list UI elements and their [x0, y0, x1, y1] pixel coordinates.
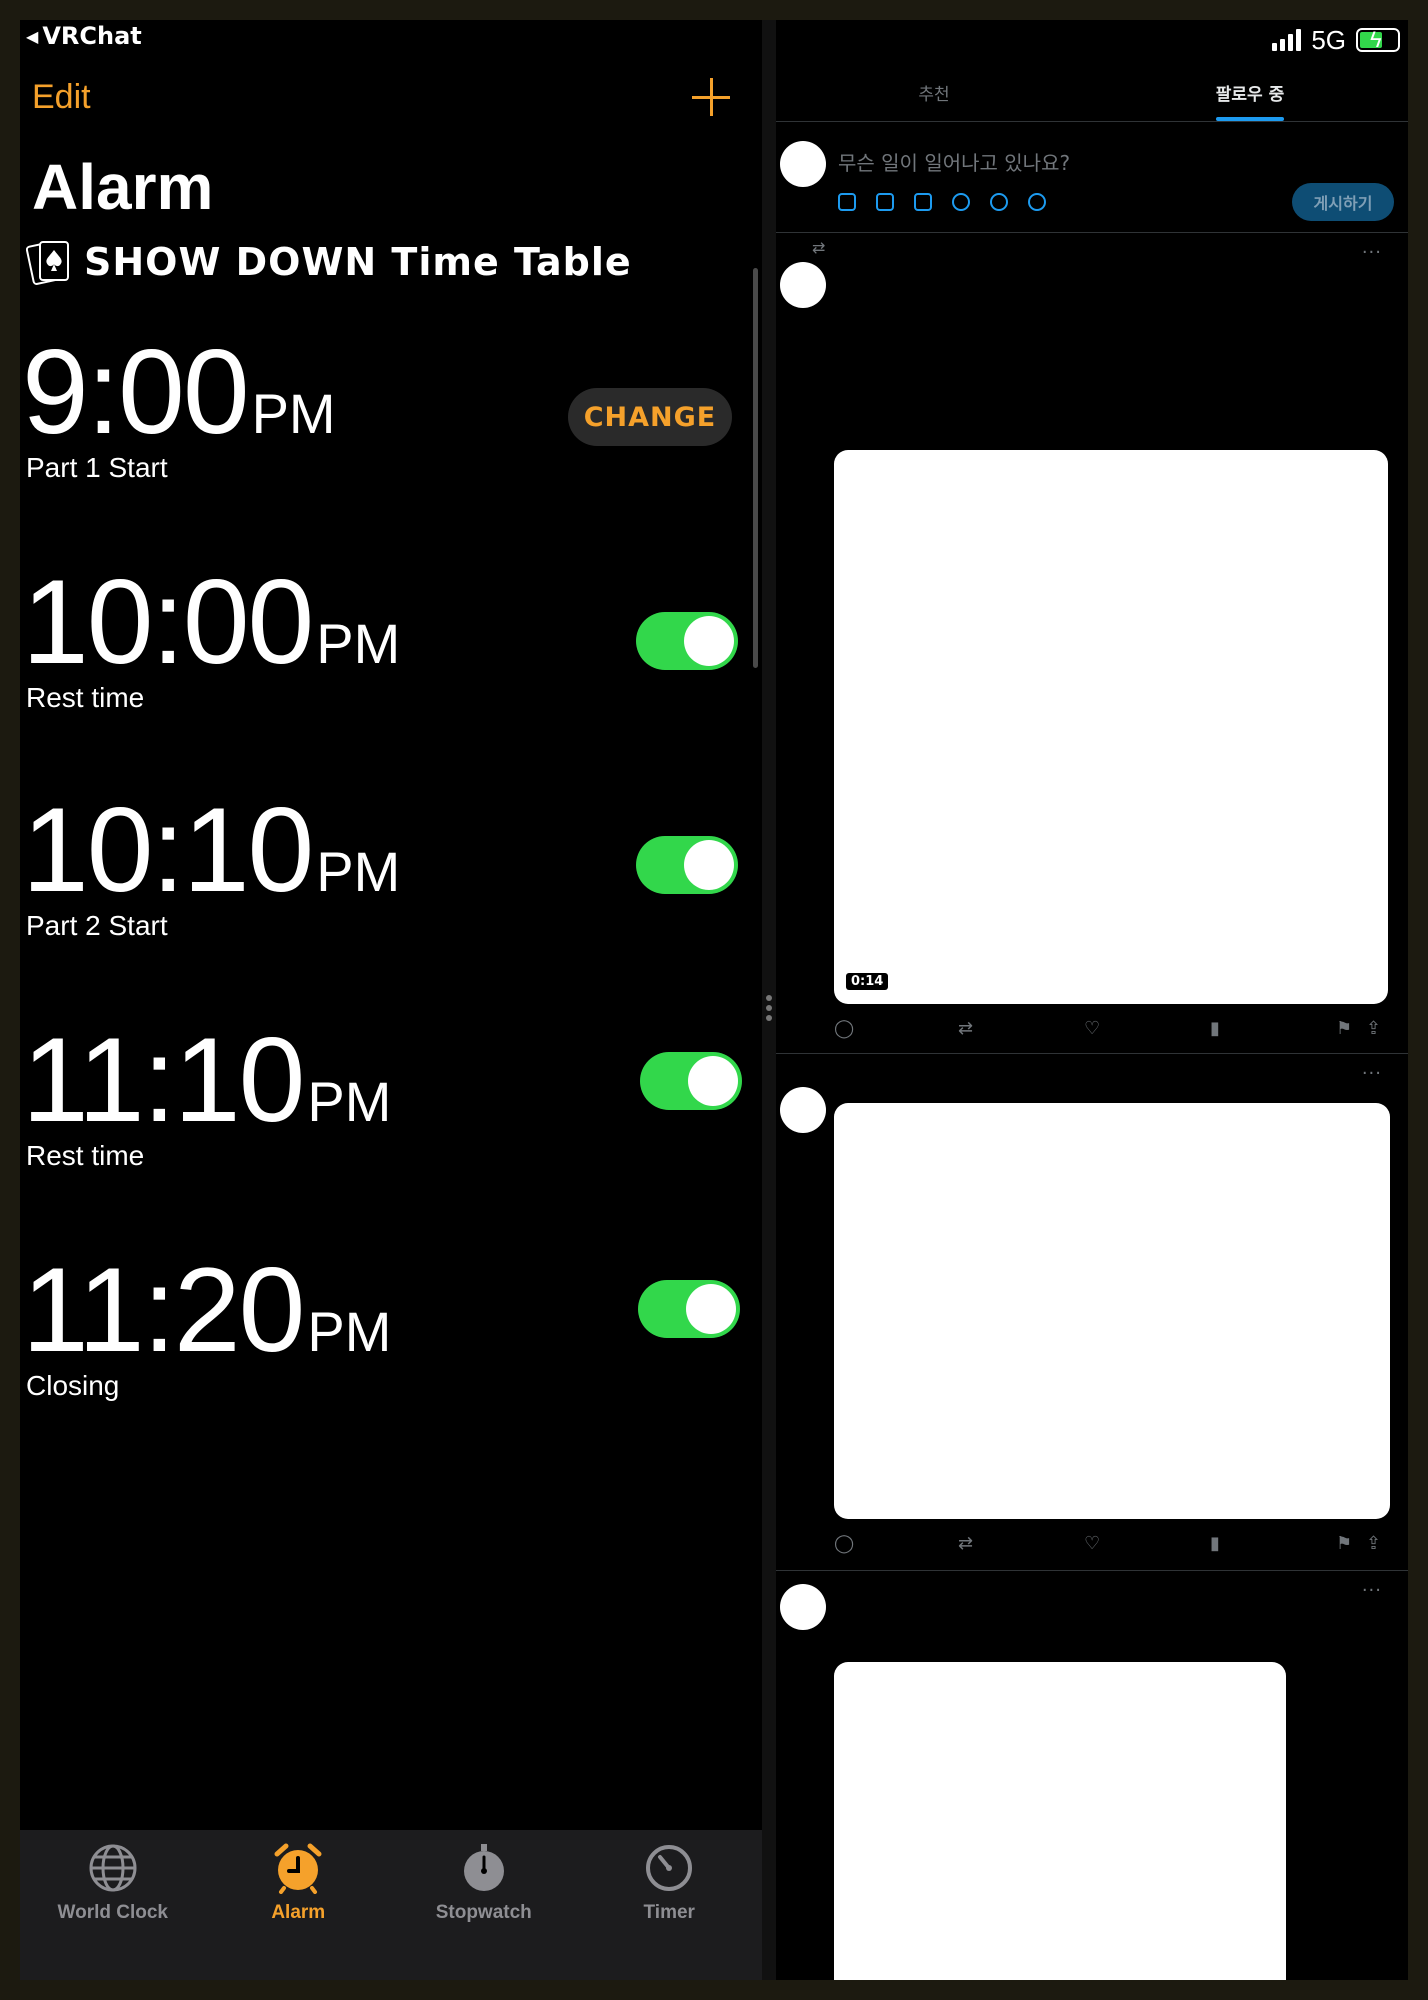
alarm-time: 11:20PM: [22, 1243, 392, 1377]
split-view-divider[interactable]: [762, 20, 776, 1980]
timer-icon: [646, 1845, 693, 1891]
section-title: SHOW DOWN Time Table: [25, 238, 632, 286]
video-duration: 0:14: [846, 973, 889, 990]
tweet-image[interactable]: [834, 1662, 1286, 1980]
avatar[interactable]: [780, 1087, 826, 1133]
alarm-row[interactable]: 11:10PM Rest time: [20, 1020, 762, 1240]
feed-tabs: 추천 팔로우 중: [776, 60, 1408, 122]
tab-following[interactable]: 팔로우 중: [1092, 60, 1408, 121]
tweet[interactable]: ··· ◯ ⇄ ♡ ▮ ⚑ ⇪: [776, 1055, 1408, 1571]
avatar[interactable]: [780, 262, 826, 308]
schedule-icon[interactable]: [990, 193, 1008, 211]
alarm-toggle[interactable]: [638, 1280, 740, 1338]
tab-timer[interactable]: Timer: [577, 1830, 763, 1980]
stopwatch-icon: [463, 1844, 504, 1891]
compose-box: 무슨 일이 일어나고 있나요? 게시하기: [776, 123, 1408, 233]
reply-icon[interactable]: ◯: [834, 1533, 958, 1554]
alarm-row[interactable]: 11:20PM Closing: [20, 1250, 762, 1470]
alarm-label: Part 1 Start: [26, 452, 168, 483]
back-triangle-icon: ◀: [26, 27, 39, 46]
tab-label: Stopwatch: [435, 1902, 532, 1923]
drag-handle-icon[interactable]: [766, 995, 772, 1025]
alarm-label: Rest time: [26, 682, 145, 713]
like-icon[interactable]: ♡: [1084, 1018, 1210, 1039]
alarm-label: Closing: [26, 1370, 120, 1401]
like-icon[interactable]: ♡: [1084, 1533, 1210, 1554]
alarm-time: 10:00PM: [22, 555, 401, 689]
views-icon[interactable]: ▮: [1210, 1018, 1336, 1039]
page-title: Alarm: [32, 151, 214, 223]
reply-icon[interactable]: ◯: [834, 1018, 958, 1039]
alarm-label: Rest time: [26, 1140, 145, 1171]
more-options-icon[interactable]: ···: [1362, 242, 1382, 263]
avatar[interactable]: [780, 1584, 826, 1630]
alarm-row[interactable]: 9:00PM Part 1 Start CHANGE: [20, 332, 762, 552]
compose-toolbar: [838, 193, 1046, 211]
alarm-label: Part 2 Start: [26, 910, 168, 941]
post-button[interactable]: 게시하기: [1292, 183, 1394, 221]
change-button[interactable]: CHANGE: [568, 388, 732, 446]
alarm-time: 10:10PM: [22, 783, 401, 917]
tab-recommended[interactable]: 추천: [776, 60, 1092, 121]
clock-app-panel: ◀ VRChat Edit Alarm SHOW DOWN Time Table …: [20, 20, 762, 1980]
location-icon[interactable]: [1028, 193, 1046, 211]
bookmark-icon[interactable]: ⚑: [1336, 1018, 1366, 1039]
tweet[interactable]: ···: [776, 1572, 1408, 1980]
tab-alarm[interactable]: Alarm: [206, 1830, 392, 1980]
image-icon[interactable]: [838, 193, 856, 211]
avatar[interactable]: [780, 141, 826, 187]
tweet-video[interactable]: 0:14: [834, 450, 1388, 1004]
compose-input[interactable]: 무슨 일이 일어나고 있나요?: [838, 147, 1070, 176]
status-bar: 5G ϟ: [1272, 24, 1400, 56]
alarm-toggle[interactable]: [640, 1052, 742, 1110]
alarm-row[interactable]: 10:10PM Part 2 Start: [20, 790, 762, 1010]
tab-label: Timer: [643, 1902, 695, 1923]
tweet-image[interactable]: [834, 1103, 1390, 1519]
bookmark-icon[interactable]: ⚑: [1336, 1533, 1366, 1554]
share-icon[interactable]: ⇪: [1366, 1533, 1381, 1554]
signal-icon: [1272, 29, 1302, 51]
edit-button[interactable]: Edit: [32, 78, 91, 117]
tab-stopwatch[interactable]: Stopwatch: [391, 1830, 577, 1980]
tab-label: World Clock: [57, 1902, 169, 1923]
retweet-icon[interactable]: ⇄: [958, 1018, 1084, 1039]
gif-icon[interactable]: [876, 193, 894, 211]
more-options-icon[interactable]: ···: [1362, 1063, 1382, 1084]
alarm-time: 11:10PM: [22, 1013, 392, 1147]
battery-charging-icon: ϟ: [1356, 27, 1400, 52]
tweet[interactable]: ⇄ ··· 0:14 ◯ ⇄ ♡ ▮ ⚑ ⇪: [776, 234, 1408, 1054]
back-label: VRChat: [42, 22, 142, 50]
emoji-icon[interactable]: [952, 193, 970, 211]
section-title-text: SHOW DOWN Time Table: [84, 240, 632, 284]
add-alarm-icon[interactable]: [692, 78, 732, 118]
tab-label: Alarm: [271, 1902, 326, 1923]
playing-cards-icon: [25, 238, 76, 286]
alarm-toggle[interactable]: [636, 836, 738, 894]
tab-bar: World Clock Alarm Stopwatch Timer: [20, 1830, 762, 1980]
poll-icon[interactable]: [914, 193, 932, 211]
more-options-icon[interactable]: ···: [1362, 1580, 1382, 1601]
social-feed-panel: 5G ϟ 추천 팔로우 중 무슨 일이 일어나고 있나요? 게시하기 ⇄ ···…: [776, 20, 1408, 1980]
globe-icon: [89, 1844, 137, 1892]
share-icon[interactable]: ⇪: [1366, 1018, 1381, 1039]
alarm-clock-icon: [274, 1843, 322, 1894]
alarm-time: 9:00PM: [22, 325, 336, 459]
alarm-toggle[interactable]: [636, 612, 738, 670]
tweet-actions: ◯ ⇄ ♡ ▮ ⚑ ⇪: [834, 1018, 1398, 1039]
retweet-icon: ⇄: [812, 238, 826, 257]
tab-world-clock[interactable]: World Clock: [20, 1830, 206, 1980]
tweet-actions: ◯ ⇄ ♡ ▮ ⚑ ⇪: [834, 1533, 1398, 1554]
alarm-row[interactable]: 10:00PM Rest time: [20, 562, 762, 782]
network-label: 5G: [1311, 24, 1346, 55]
back-to-app-link[interactable]: ◀ VRChat: [26, 22, 142, 50]
retweet-icon[interactable]: ⇄: [958, 1533, 1084, 1554]
views-icon[interactable]: ▮: [1210, 1533, 1336, 1554]
